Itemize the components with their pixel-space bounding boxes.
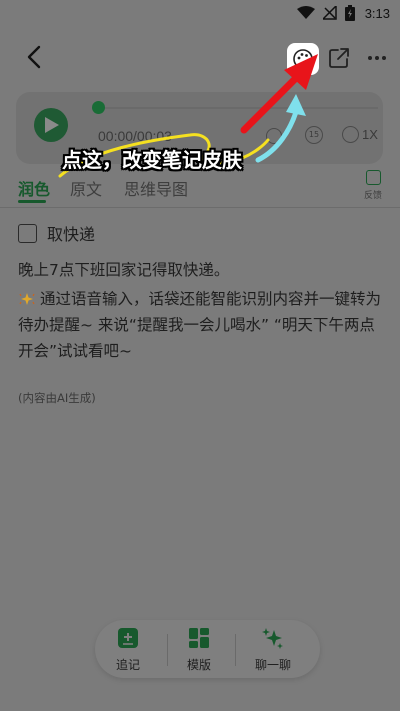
todo-item[interactable]: 取快递 xyxy=(18,221,95,245)
play-button[interactable] xyxy=(34,108,68,142)
template-grid-icon xyxy=(189,628,209,648)
note-paragraph-2: 通过语音输入，话袋还能智能识别内容并一键转为待办提醒~ 来说“提醒我一会儿喝水”… xyxy=(18,286,384,364)
note-top-bar xyxy=(0,30,400,86)
note-tabs: 润色 原文 思维导图 反馈 xyxy=(0,170,400,204)
share-button[interactable] xyxy=(327,46,351,70)
play-icon xyxy=(45,117,59,133)
sparkle-icon xyxy=(262,628,283,649)
rewind-icon[interactable] xyxy=(266,128,282,144)
wifi-icon xyxy=(296,6,315,19)
chat-button[interactable]: 聊一聊 xyxy=(243,626,303,673)
no-signal-icon xyxy=(322,6,337,20)
template-label: 模版 xyxy=(186,658,211,672)
add-note-button[interactable]: 追记 xyxy=(98,626,158,673)
back-button[interactable] xyxy=(22,44,46,70)
tab-original[interactable]: 原文 xyxy=(70,176,102,200)
note-paragraph-2-text: 通过语音输入，话袋还能智能识别内容并一键转为待办提醒~ 来说“提醒我一会儿喝水”… xyxy=(18,290,382,360)
playback-speed-button[interactable]: 1X xyxy=(342,126,378,143)
audio-time-label: 00:00/00:03 xyxy=(98,128,172,144)
tabs-divider xyxy=(0,207,400,208)
sparkle-emoji-icon xyxy=(19,293,35,305)
add-note-icon xyxy=(118,628,138,648)
share-icon xyxy=(329,48,349,68)
toolbar-divider xyxy=(167,634,168,666)
note-paragraph-1: 晚上7点下班回家记得取快递。 xyxy=(18,261,230,279)
tab-polish[interactable]: 润色 xyxy=(18,176,50,200)
annotation-callout: 点这，改变笔记皮肤 xyxy=(62,148,242,172)
tab-mindmap[interactable]: 思维导图 xyxy=(124,176,188,200)
template-button[interactable]: 模版 xyxy=(169,626,229,673)
active-tab-indicator xyxy=(18,200,46,203)
add-note-label: 追记 xyxy=(115,658,140,672)
battery-icon xyxy=(344,5,355,21)
edit-feedback-icon xyxy=(365,170,381,185)
todo-checkbox[interactable] xyxy=(18,223,37,243)
speed-label: 1X xyxy=(362,127,378,142)
speed-gauge-icon xyxy=(342,126,359,143)
status-bar: 3:13 xyxy=(0,0,400,30)
chat-label: 聊一聊 xyxy=(254,658,291,672)
audio-progress-track[interactable] xyxy=(92,101,378,114)
audio-progress-knob[interactable] xyxy=(92,101,105,114)
bottom-toolbar: 追记 模版 聊一聊 xyxy=(95,620,320,678)
more-icon xyxy=(368,56,372,60)
ai-generated-note: (内容由AI生成) xyxy=(18,391,96,405)
skip-15-button[interactable]: 15 xyxy=(305,126,323,144)
todo-label: 取快递 xyxy=(47,225,96,244)
feedback-label: 反馈 xyxy=(363,191,382,201)
note-skin-button[interactable] xyxy=(287,43,319,75)
feedback-button[interactable]: 反馈 xyxy=(360,170,386,201)
palette-icon xyxy=(293,49,313,69)
more-options-button[interactable] xyxy=(366,48,388,68)
back-arrow-icon xyxy=(27,45,41,69)
toolbar-divider xyxy=(235,634,236,666)
status-time: 3:13 xyxy=(364,5,390,21)
